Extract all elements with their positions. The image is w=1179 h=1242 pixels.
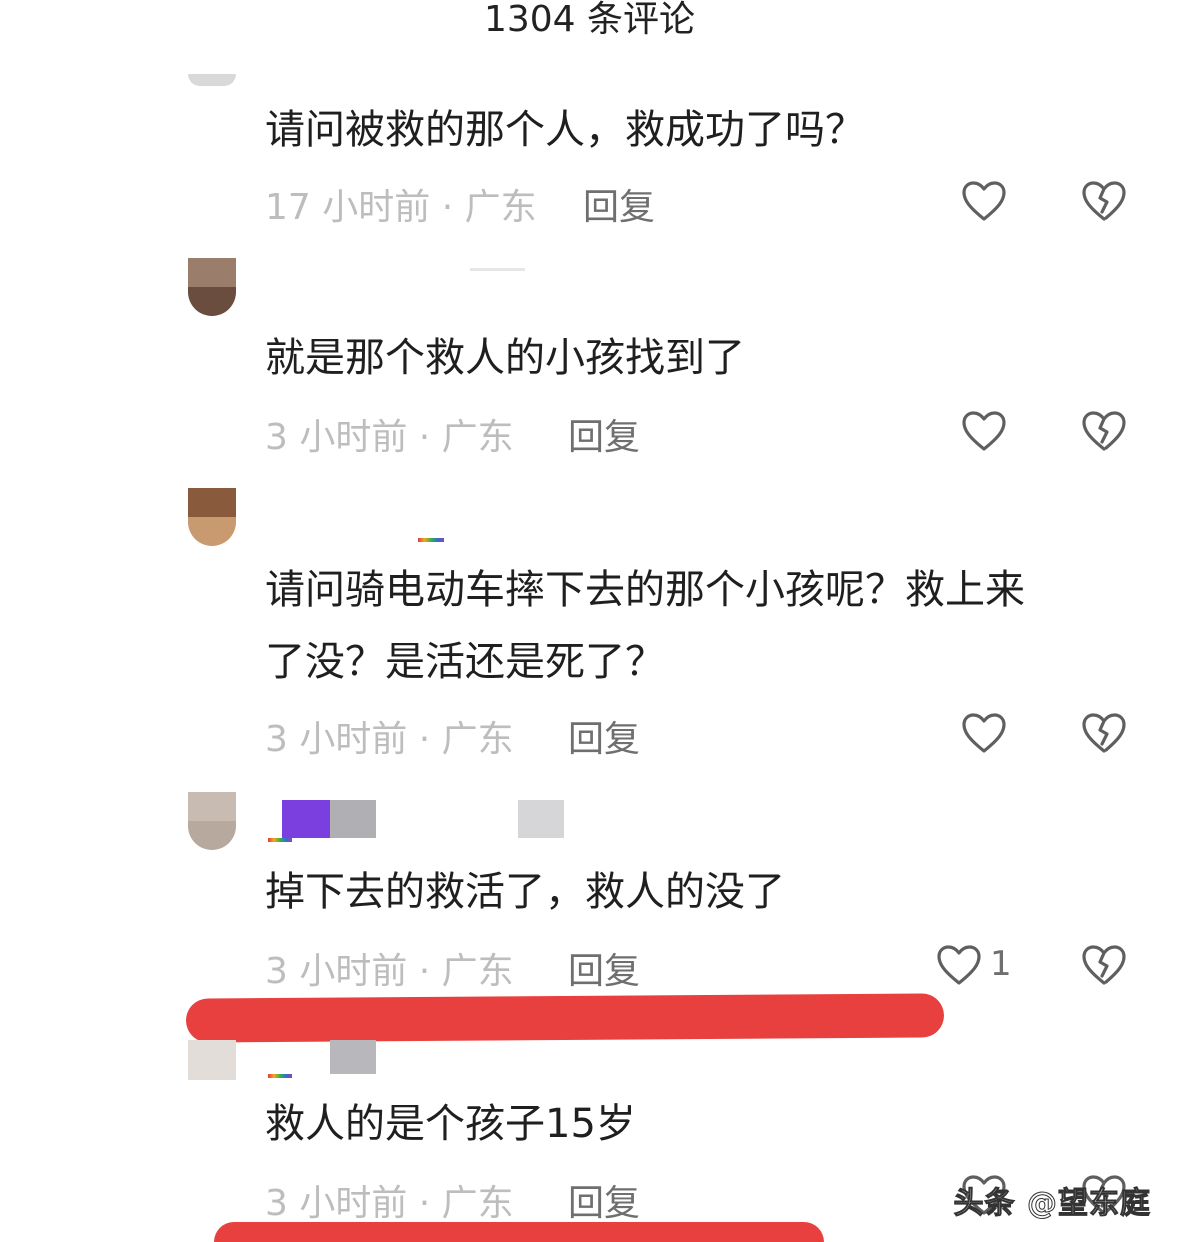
reply-button[interactable]: 回复 [568, 408, 640, 460]
comment-count-title: 1304 条评论 [483, 0, 696, 40]
avatar[interactable] [188, 488, 236, 546]
avatar[interactable] [188, 792, 236, 850]
comment-time-location: 3 小时前 · 广东 [265, 719, 514, 760]
comment-text: 了没？是活还是死了？ [265, 639, 665, 685]
heart-icon[interactable] [959, 178, 1009, 224]
comment-text: 请问被救的那个人，救成功了吗？ [265, 107, 865, 153]
comment-time-location: 3 小时前 · 广东 [265, 417, 514, 458]
username[interactable] [268, 1040, 568, 1080]
reply-button[interactable]: 回复 [568, 1174, 640, 1226]
username[interactable] [268, 800, 568, 842]
avatar[interactable] [188, 74, 236, 86]
reply-button[interactable]: 回复 [583, 178, 655, 230]
comment-time-location: 17 小时前 · 广东 [265, 187, 537, 228]
comment-text: 掉下去的救活了，救人的没了 [265, 869, 785, 915]
avatar[interactable] [188, 258, 236, 316]
comment-time-location: 3 小时前 · 广东 [265, 1183, 514, 1224]
comment-text: 就是那个救人的小孩找到了 [265, 335, 745, 381]
red-highlight-stroke [185, 993, 945, 1043]
reply-button[interactable]: 回复 [568, 710, 640, 762]
like-count: 1 [990, 944, 1012, 984]
heart-icon[interactable] [959, 408, 1009, 454]
broken-heart-icon[interactable] [1079, 406, 1129, 456]
watermark: 头条 @望东庭 [953, 1186, 1151, 1222]
heart-icon[interactable] [934, 942, 984, 988]
username[interactable] [470, 268, 530, 308]
broken-heart-icon[interactable] [1079, 940, 1129, 990]
broken-heart-icon[interactable] [1079, 176, 1129, 226]
comment-time-location: 3 小时前 · 广东 [265, 951, 514, 992]
red-highlight-stroke [214, 1222, 824, 1242]
avatar[interactable] [188, 1040, 236, 1080]
comment-text: 救人的是个孩子15岁 [265, 1101, 636, 1147]
heart-icon[interactable] [959, 710, 1009, 756]
reply-button[interactable]: 回复 [568, 942, 640, 994]
broken-heart-icon[interactable] [1079, 708, 1129, 758]
comment-text: 请问骑电动车摔下去的那个小孩呢？救上来 [265, 567, 1025, 613]
